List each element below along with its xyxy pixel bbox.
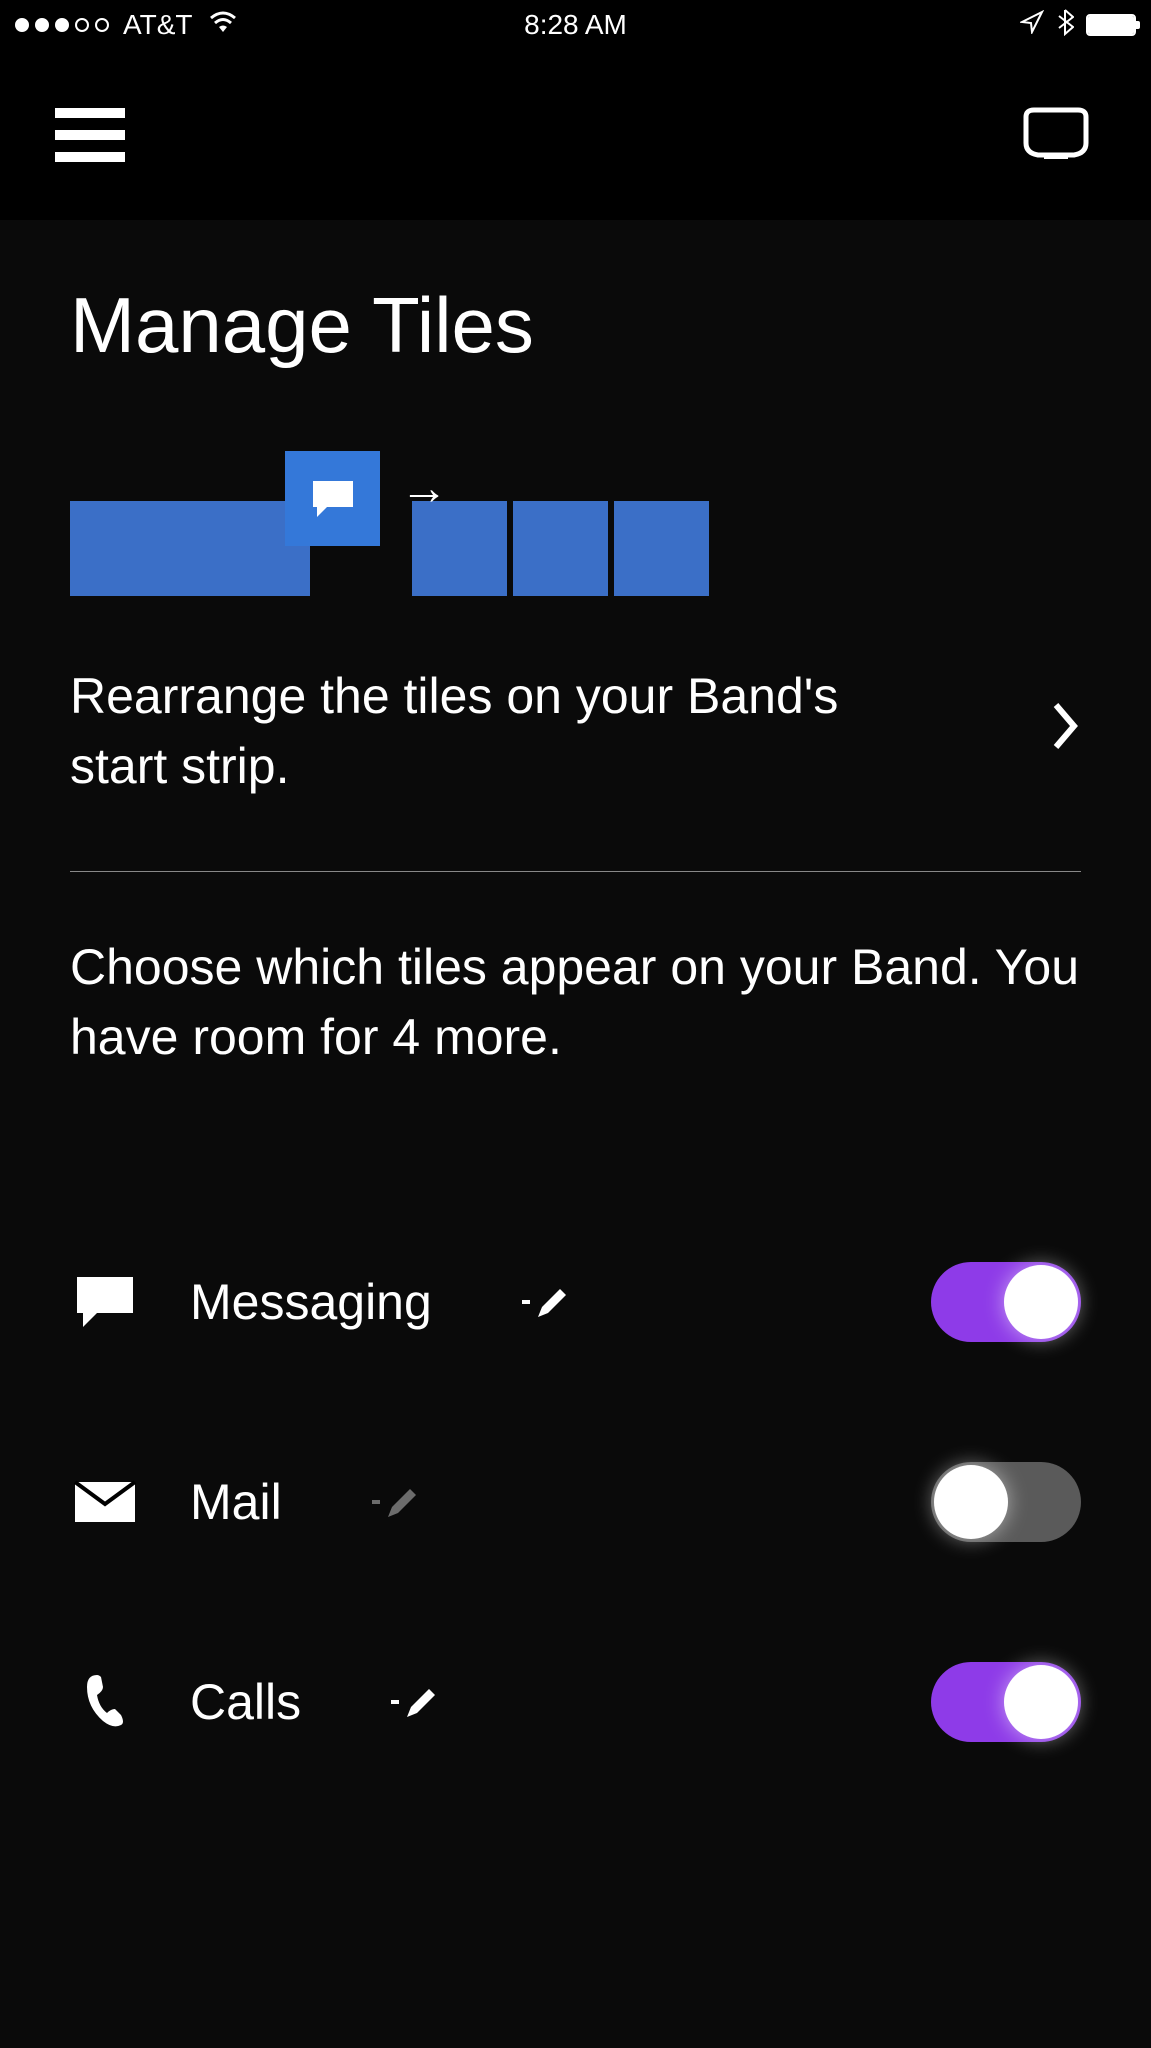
signal-strength-icon — [15, 18, 109, 32]
envelope-icon — [70, 1480, 140, 1524]
tile-block — [513, 501, 608, 596]
tile-block — [614, 501, 709, 596]
edit-icon[interactable] — [522, 1285, 570, 1319]
tile-item-mail: Mail — [70, 1402, 1081, 1602]
band-device-icon[interactable] — [1016, 105, 1096, 165]
tile-label: Messaging — [190, 1273, 432, 1331]
wifi-icon — [208, 9, 238, 41]
toggle-mail[interactable] — [931, 1462, 1081, 1542]
chevron-right-icon — [1051, 697, 1081, 766]
arrow-right-icon: → — [400, 461, 448, 516]
battery-icon — [1086, 14, 1136, 36]
edit-icon[interactable] — [391, 1685, 439, 1719]
app-header — [0, 50, 1151, 220]
toggle-calls[interactable] — [931, 1662, 1081, 1742]
toggle-messaging[interactable] — [931, 1262, 1081, 1342]
carrier-label: AT&T — [123, 9, 192, 41]
tile-label: Calls — [190, 1673, 301, 1731]
tile-block — [70, 501, 310, 596]
phone-icon — [70, 1671, 140, 1733]
edit-icon[interactable] — [372, 1485, 420, 1519]
rearrange-tiles-row[interactable]: Rearrange the tiles on your Band's start… — [70, 661, 1081, 872]
status-time: 8:28 AM — [524, 9, 627, 41]
tile-item-messaging: Messaging — [70, 1202, 1081, 1402]
status-bar: AT&T 8:28 AM — [0, 0, 1151, 50]
menu-button[interactable] — [55, 108, 125, 162]
status-right — [1020, 8, 1136, 43]
bluetooth-icon — [1056, 8, 1074, 43]
page-title: Manage Tiles — [70, 280, 1081, 371]
tiles-description: Choose which tiles appear on your Band. … — [70, 932, 1081, 1072]
rearrange-text: Rearrange the tiles on your Band's start… — [70, 661, 920, 801]
status-left: AT&T — [15, 9, 238, 41]
tile-strip-illustration: → — [70, 451, 1081, 601]
tile-item-calls: Calls — [70, 1602, 1081, 1802]
floating-tile — [285, 451, 380, 546]
location-icon — [1020, 9, 1044, 41]
main-content: Manage Tiles → Rearrange the tiles on yo… — [0, 220, 1151, 2048]
tile-label: Mail — [190, 1473, 282, 1531]
speech-bubble-icon — [70, 1275, 140, 1329]
